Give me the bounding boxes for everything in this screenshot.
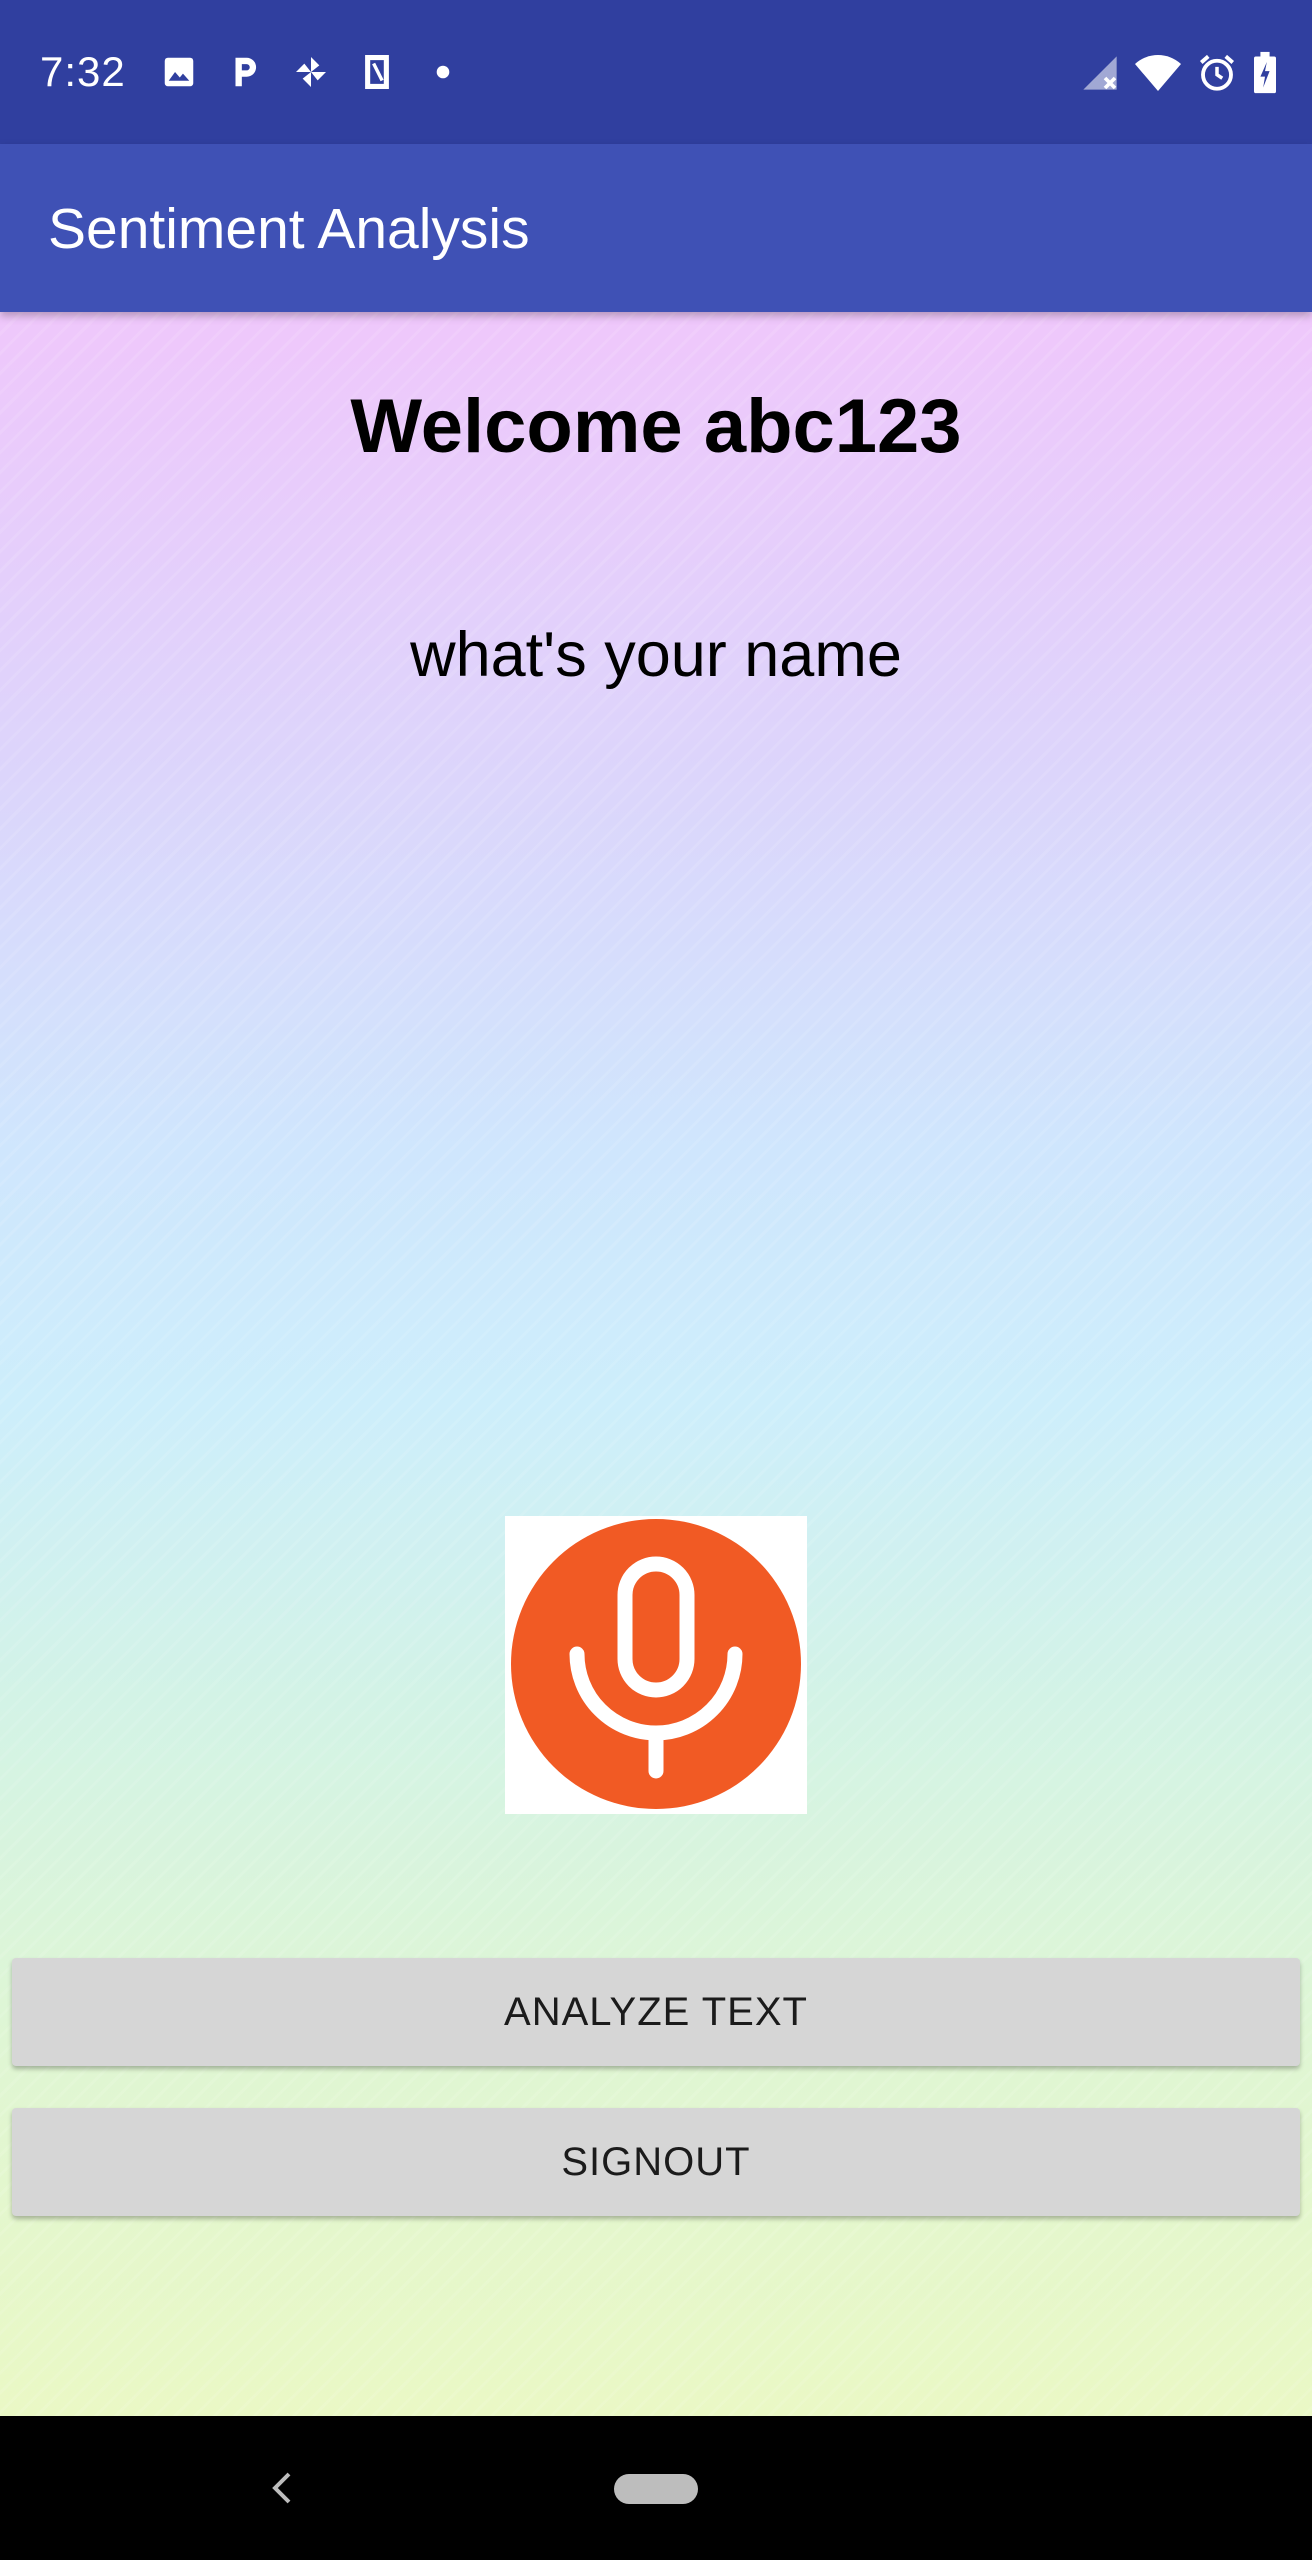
- status-system-icons: [1080, 50, 1278, 96]
- image-icon: [156, 50, 202, 94]
- app-title: Sentiment Analysis: [48, 197, 530, 261]
- battery-charging-icon: [1252, 50, 1278, 96]
- app-bar: Sentiment Analysis: [0, 144, 1312, 312]
- home-pill-icon[interactable]: [614, 2474, 698, 2504]
- signout-button[interactable]: SIGNOUT: [12, 2108, 1300, 2216]
- wifi-icon: [1134, 50, 1182, 96]
- status-time: 7:32: [40, 48, 126, 95]
- analyze-text-button[interactable]: ANALYZE TEXT: [12, 1958, 1300, 2066]
- alarm-icon: [1196, 50, 1238, 96]
- dot-icon: [420, 50, 466, 94]
- microphone-icon: [511, 1519, 801, 1809]
- sim-card-icon: [354, 50, 400, 94]
- status-notification-icons: [156, 50, 466, 94]
- navigation-bar: [0, 2416, 1312, 2560]
- back-icon[interactable]: [258, 2464, 304, 2512]
- parking-icon: [222, 50, 268, 94]
- no-signal-icon: [1080, 50, 1120, 96]
- status-bar: 7:32: [0, 0, 1312, 144]
- recognized-speech-text: what's your name: [410, 620, 902, 690]
- microphone-button[interactable]: [505, 1516, 807, 1814]
- pinwheel-icon: [288, 50, 334, 94]
- main-content: Welcome abc123 what's your name ANALYZE …: [0, 312, 1312, 2416]
- welcome-heading: Welcome abc123: [350, 384, 962, 469]
